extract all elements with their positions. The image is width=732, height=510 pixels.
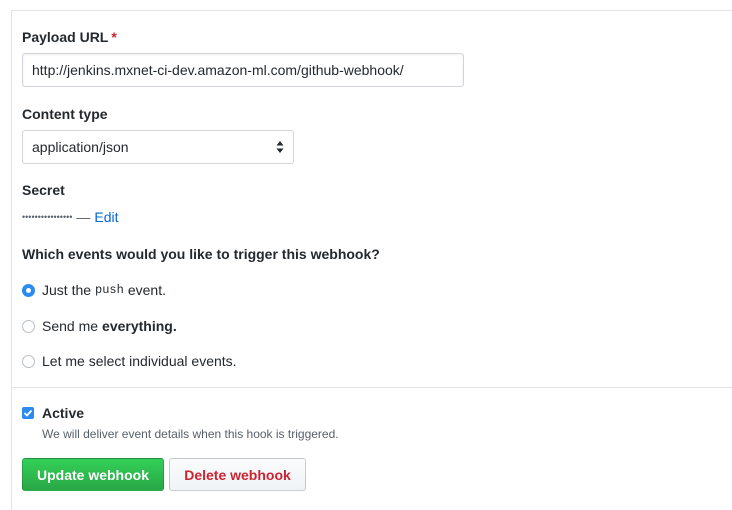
event-option-everything[interactable]: Send me everything. (22, 318, 177, 334)
event-option-text: Just the (42, 282, 92, 298)
payload-url-label-text: Payload URL (22, 29, 109, 45)
edit-secret-link[interactable]: Edit (94, 209, 118, 225)
payload-url-label: Payload URL * (22, 29, 117, 45)
required-marker: * (111, 29, 117, 45)
active-checkbox[interactable] (22, 407, 34, 419)
secret-separator: — (76, 209, 91, 225)
checkmark-icon (23, 409, 33, 417)
section-divider (11, 387, 732, 388)
events-question: Which events would you like to trigger t… (22, 246, 380, 262)
event-option-individual[interactable]: Let me select individual events. (22, 353, 237, 369)
content-type-select[interactable]: application/json (22, 130, 294, 164)
secret-masked-value: •••••••••••••••• (22, 212, 73, 222)
active-label: Active (42, 405, 85, 421)
event-option-push[interactable]: Just the push event. (22, 282, 166, 298)
secret-row: •••••••••••••••• — Edit (22, 209, 119, 225)
delete-webhook-button[interactable]: Delete webhook (169, 458, 306, 491)
event-option-text: Let me select individual events. (42, 353, 237, 369)
content-type-label: Content type (22, 106, 108, 122)
event-option-text-suffix: event. (127, 282, 166, 298)
select-arrows-icon (276, 140, 284, 154)
event-option-text: Send me (42, 318, 99, 334)
secret-label: Secret (22, 182, 65, 198)
event-option-code: push (95, 283, 124, 297)
radio-checked-icon[interactable] (22, 283, 35, 297)
event-option-bold-text: everything. (102, 318, 177, 334)
radio-unchecked-icon[interactable] (22, 319, 35, 333)
radio-unchecked-icon[interactable] (22, 354, 35, 368)
content-type-selected-value: application/json (32, 139, 129, 155)
update-webhook-button[interactable]: Update webhook (22, 458, 164, 491)
active-description: We will deliver event details when this … (42, 427, 339, 441)
payload-url-input[interactable] (22, 53, 464, 87)
